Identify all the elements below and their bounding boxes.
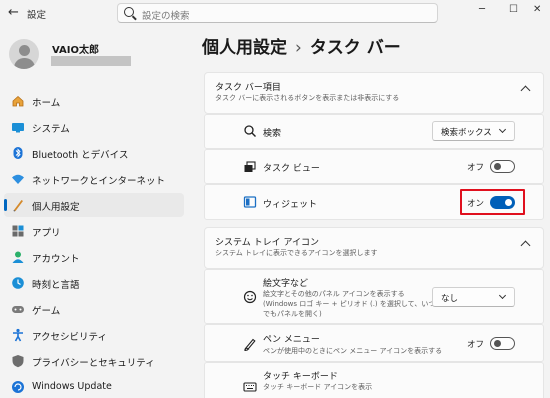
accessibility-icon (13, 328, 23, 342)
apps-icon (12, 225, 24, 237)
sidebar-item-gaming[interactable]: ゲーム (4, 297, 184, 321)
sidebar-item-accessibility[interactable]: アクセシビリティ (4, 323, 184, 347)
breadcrumb-parent[interactable]: 個人用設定 (202, 38, 287, 58)
back-arrow-icon[interactable]: ← (8, 5, 19, 20)
toggle-state-label: オン (467, 199, 485, 209)
selection-indicator (4, 199, 7, 211)
sidebar-item-system[interactable]: システム (4, 115, 184, 139)
pen-menu-toggle[interactable] (490, 337, 515, 350)
search-mode-dropdown[interactable]: 検索ボックス (432, 121, 515, 141)
section-tray-icons-header[interactable]: システム トレイ アイコン システム トレイに表示できるアイコンを選択します (204, 227, 544, 269)
taskview-icon (244, 161, 256, 172)
sidebar-item-time-language[interactable]: 時刻と言語 (4, 271, 184, 295)
setting-label: 絵文字など (263, 279, 309, 289)
section-subtitle: システム トレイに表示できるアイコンを選択します (215, 249, 378, 257)
sidebar-item-accounts[interactable]: アカウント (4, 245, 184, 269)
section-taskbar-items-header[interactable]: タスク バー項目 タスク バーに表示されるボタンを表示または非表示にする (204, 72, 544, 114)
profile-name: VAIO太郎 (52, 45, 100, 56)
maximize-button[interactable]: ☐ (509, 4, 518, 15)
search-input[interactable]: 設定の検索 (117, 3, 438, 23)
chevron-up-icon[interactable] (520, 240, 531, 251)
setting-row-taskview: タスク ビュー オフ (204, 149, 544, 184)
home-icon (12, 95, 24, 107)
section-title: システム トレイ アイコン (215, 238, 320, 248)
page-title: タスク バー (309, 38, 401, 58)
time-language-icon (12, 277, 24, 289)
toggle-state-label: オフ (467, 163, 485, 173)
widgets-icon (243, 196, 257, 208)
profile-email-redacted (51, 56, 131, 66)
pen-icon (244, 338, 256, 351)
chevron-down-icon (498, 291, 507, 300)
setting-row-pen-menu: ペン メニュー ペンが使用中のときにペン メニュー アイコンを表示する オフ (204, 324, 544, 362)
emoji-panel-dropdown[interactable]: なし (432, 287, 515, 307)
taskview-toggle[interactable] (490, 160, 515, 173)
section-subtitle: タスク バーに表示されるボタンを表示または非表示にする (215, 94, 400, 102)
system-icon (12, 123, 24, 133)
chevron-down-icon (498, 125, 507, 134)
sidebar-item-personalization[interactable]: 個人用設定 (4, 193, 184, 217)
search-icon (244, 125, 256, 137)
setting-description: ペンが使用中のときにペン メニュー アイコンを表示する (263, 347, 443, 355)
sidebar-item-windows-update[interactable]: Windows Update (4, 375, 184, 398)
sidebar-item-privacy[interactable]: プライバシーとセキュリティ (4, 349, 184, 373)
setting-label: ウィジェット (263, 200, 318, 210)
setting-row-emoji: 絵文字など 絵文字とその他のパネル アイコンを表示する (Windows ロゴ … (204, 269, 544, 324)
search-placeholder: 設定の検索 (142, 11, 190, 22)
network-icon (12, 174, 24, 184)
sidebar-item-network[interactable]: ネットワークとインターネット (4, 167, 184, 191)
setting-description: タッチ キーボード アイコンを表示 (263, 383, 373, 391)
toggle-state-label: オフ (467, 340, 485, 350)
breadcrumb-separator: › (295, 38, 302, 58)
section-title: タスク バー項目 (215, 83, 281, 93)
close-button[interactable]: ✕ (533, 4, 541, 15)
setting-label: タッチ キーボード (263, 372, 338, 382)
sidebar-item-bluetooth[interactable]: Bluetooth とデバイス (4, 141, 184, 165)
breadcrumb: 個人用設定 › タスク バー (202, 33, 401, 58)
keyboard-icon (243, 382, 257, 392)
setting-row-widgets: ウィジェット オン (204, 184, 544, 220)
setting-label: ペン メニュー (263, 335, 320, 345)
app-title: 設定 (27, 10, 47, 21)
bluetooth-icon (13, 147, 23, 159)
gaming-icon (12, 306, 24, 313)
setting-description: (Windows ロゴ キー + ピリオド (.) を選択して、いつ (263, 300, 436, 308)
windows-update-icon (12, 381, 24, 393)
privacy-shield-icon (12, 355, 24, 368)
sidebar-item-home[interactable]: ホーム (4, 89, 184, 113)
setting-label: タスク ビュー (263, 164, 320, 174)
search-icon (124, 7, 134, 17)
avatar[interactable] (9, 39, 39, 69)
setting-row-touch-keyboard: タッチ キーボード タッチ キーボード アイコンを表示 (204, 362, 544, 398)
chevron-up-icon[interactable] (520, 85, 531, 96)
minimize-button[interactable]: ─ (479, 4, 485, 15)
personalization-icon (13, 200, 23, 212)
sidebar-item-apps[interactable]: アプリ (4, 219, 184, 243)
setting-description: 絵文字とその他のパネル アイコンを表示する (263, 290, 405, 298)
setting-label: 検索 (263, 129, 282, 139)
setting-row-search: 検索 検索ボックス (204, 114, 544, 149)
emoji-icon (243, 290, 257, 304)
setting-description: でもパネルを開く) (263, 310, 322, 318)
account-icon (12, 251, 24, 263)
title-bar: ← 設定 設定の検索 ─ ☐ ✕ (0, 0, 550, 28)
widgets-toggle[interactable] (490, 196, 515, 209)
